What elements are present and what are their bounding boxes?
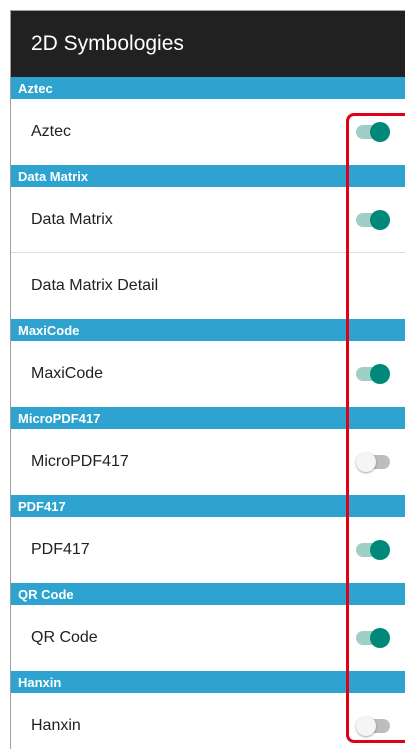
toggle-switch-pdf417[interactable]: [356, 540, 392, 560]
section-header-maxicode: MaxiCode: [11, 319, 405, 341]
setting-label: Data Matrix: [31, 210, 113, 228]
setting-label: MicroPDF417: [31, 453, 129, 470]
setting-label: MaxiCode: [31, 365, 104, 382]
setting-label: Data Matrix Detail: [31, 277, 159, 294]
setting-label: PDF417: [31, 541, 90, 558]
section-header-aztec: Aztec: [11, 77, 405, 99]
setting-row-micropdf417[interactable]: MicroPDF417: [11, 429, 405, 495]
toggle-switch-qr-code[interactable]: [356, 628, 392, 648]
switch-thumb: [370, 364, 390, 384]
settings-list: Aztec Aztec Data Matrix Data Matrix Data…: [11, 77, 405, 749]
setting-row-data-matrix-detail[interactable]: Data Matrix Detail: [11, 253, 405, 319]
setting-row-aztec[interactable]: Aztec: [11, 99, 405, 165]
setting-row-maxicode[interactable]: MaxiCode: [11, 341, 405, 407]
toggle-switch-aztec[interactable]: [356, 122, 392, 142]
section-header-qr-code: QR Code: [11, 583, 405, 605]
switch-thumb: [370, 122, 390, 142]
switch-thumb: [370, 209, 390, 230]
toggle-switch-maxicode[interactable]: [356, 364, 392, 384]
setting-label: Hanxin: [31, 717, 81, 734]
switch-thumb: [370, 628, 390, 648]
section-header-micropdf417: MicroPDF417: [11, 407, 405, 429]
setting-label: Aztec: [31, 123, 72, 140]
setting-row-data-matrix[interactable]: Data Matrix: [11, 187, 405, 253]
switch-thumb: [370, 540, 390, 560]
toggle-switch-data-matrix[interactable]: [356, 209, 392, 230]
app-bar: 2D Symbologies: [11, 11, 405, 77]
toggle-switch-hanxin[interactable]: [356, 716, 392, 736]
page-title: 2D Symbologies: [31, 32, 184, 55]
toggle-switch-micropdf417[interactable]: [356, 452, 392, 472]
setting-label: QR Code: [31, 629, 98, 646]
screen-frame: 2D Symbologies Aztec Aztec Data Matrix D…: [10, 10, 405, 749]
switch-thumb: [356, 716, 376, 736]
section-header-data-matrix: Data Matrix: [11, 165, 405, 187]
section-header-pdf417: PDF417: [11, 495, 405, 517]
switch-thumb: [356, 452, 376, 472]
setting-row-hanxin[interactable]: Hanxin: [11, 693, 405, 749]
section-header-hanxin: Hanxin: [11, 671, 405, 693]
setting-row-qr-code[interactable]: QR Code: [11, 605, 405, 671]
setting-row-pdf417[interactable]: PDF417: [11, 517, 405, 583]
